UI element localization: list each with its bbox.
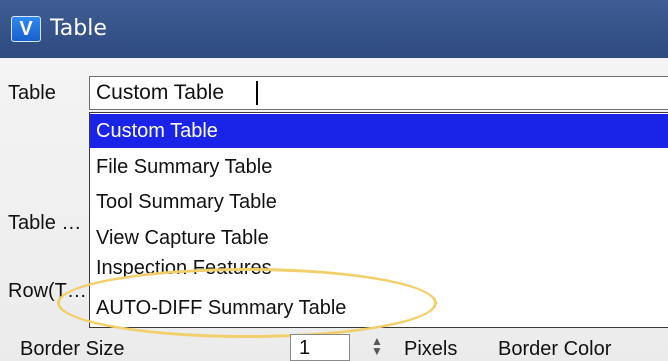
dropdown-option-auto-diff-summary-table[interactable]: AUTO-DIFF Summary Table	[90, 291, 668, 325]
table-combobox-value[interactable]: Custom Table	[96, 81, 224, 105]
title-bar[interactable]: V Table	[0, 0, 668, 58]
border-size-value[interactable]: 1	[299, 337, 310, 359]
dropdown-option-inspection-features[interactable]: Inspection Features	[90, 257, 668, 283]
text-caret	[256, 81, 258, 105]
table-label: Table	[8, 82, 56, 104]
dropdown-option-custom-table[interactable]: Custom Table	[90, 114, 668, 148]
border-size-unit: Pixels	[404, 338, 458, 360]
row-label: Row(T…	[8, 280, 87, 302]
table-dialog: V Table Table Custom Table Table … Row(T…	[0, 0, 668, 361]
border-size-label: Border Size	[20, 338, 125, 360]
table-dropdown-list[interactable]: Custom Table File Summary Table Tool Sum…	[89, 112, 668, 328]
window-title: Table	[50, 16, 107, 41]
border-color-label: Border Color	[498, 338, 612, 360]
table-combobox[interactable]: Custom Table	[89, 76, 668, 110]
dropdown-option-tool-summary-table[interactable]: Tool Summary Table	[90, 185, 668, 219]
app-logo-icon: V	[11, 16, 41, 42]
border-size-spinner[interactable]: 1	[290, 334, 350, 361]
dropdown-option-view-capture-table[interactable]: View Capture Table	[90, 221, 668, 255]
dropdown-option-file-summary-table[interactable]: File Summary Table	[90, 150, 668, 184]
table-type-label: Table …	[8, 212, 82, 234]
spinner-arrows-icon[interactable]: ▲ ▼	[366, 335, 388, 361]
